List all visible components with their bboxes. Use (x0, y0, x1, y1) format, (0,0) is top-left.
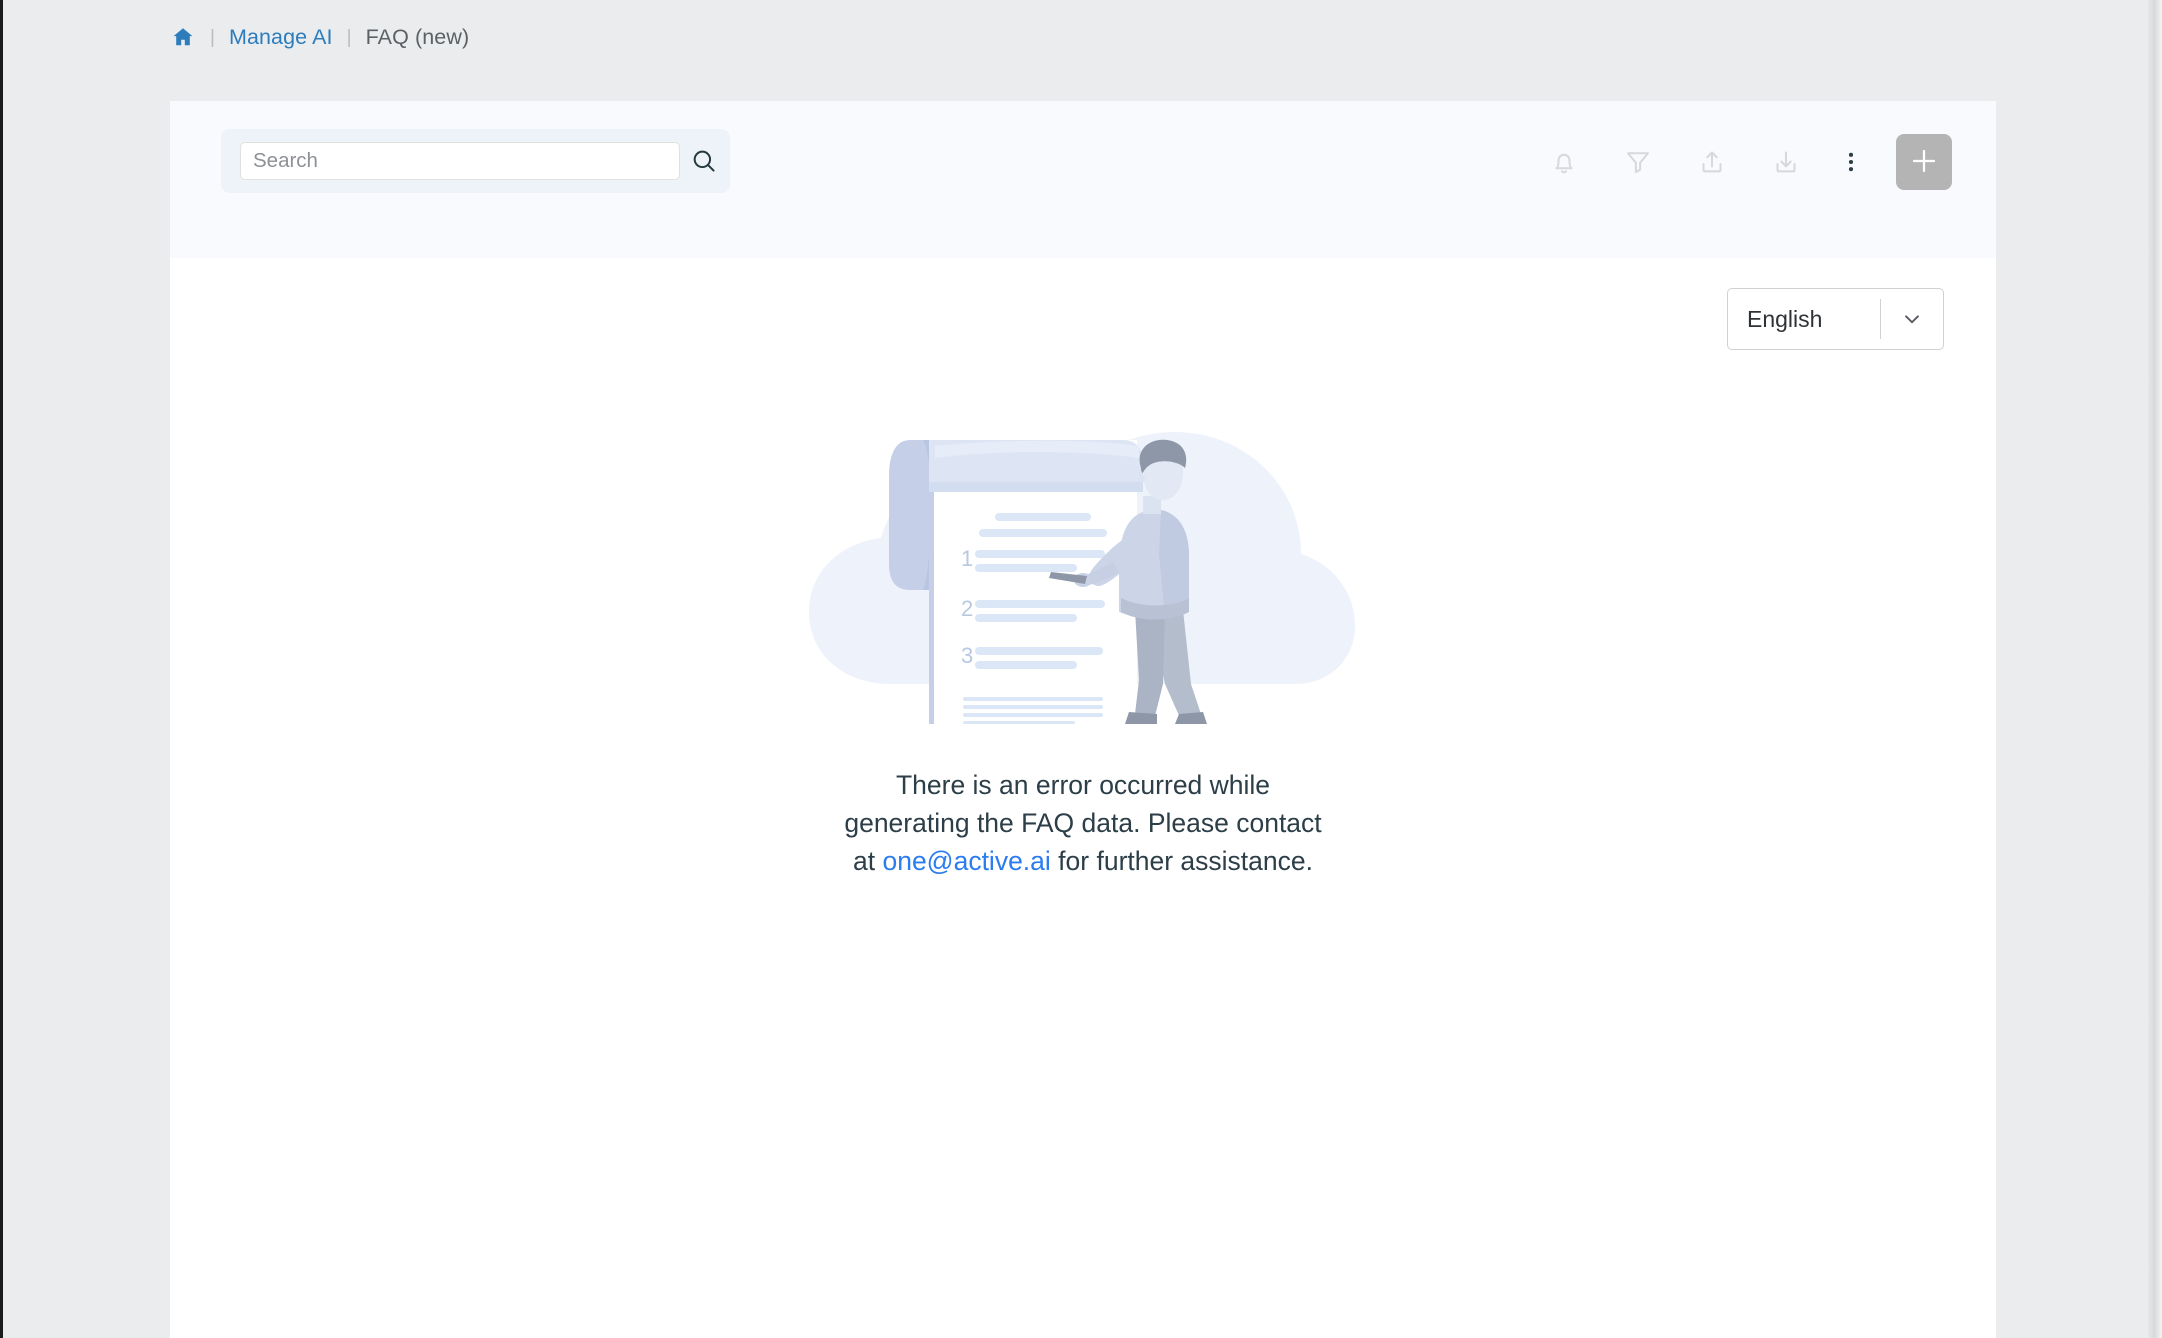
empty-state-message-part2: for further assistance. (1050, 846, 1313, 876)
illustration-number-3: 3 (961, 643, 973, 668)
empty-state-message: There is an error occurred while generat… (833, 766, 1333, 880)
illustration-number-1: 1 (961, 546, 973, 571)
viewport-left-edge (0, 0, 3, 1338)
download-icon[interactable] (1760, 136, 1812, 188)
breadcrumb-separator-2: | (346, 26, 352, 48)
card-header (170, 101, 1996, 258)
breadcrumb: | Manage AI | FAQ (new) (170, 18, 469, 56)
bell-icon[interactable] (1538, 136, 1590, 188)
home-icon[interactable] (170, 24, 196, 50)
breadcrumb-separator-1: | (210, 26, 215, 48)
search-container (221, 129, 730, 193)
three-dots-vertical-icon[interactable] (1832, 136, 1870, 188)
chevron-down-icon[interactable] (1881, 306, 1943, 332)
search-input[interactable] (240, 142, 680, 180)
card-body: English 1 2 3 There is an error occurred… (170, 258, 1996, 1338)
language-select-value: English (1747, 305, 1823, 332)
content-card: English (170, 101, 1996, 1338)
breadcrumb-link-manage-ai[interactable]: Manage AI (229, 25, 333, 50)
illustration-number-2: 2 (961, 596, 973, 621)
breadcrumb-current-faq: FAQ (new) (365, 24, 470, 49)
funnel-icon[interactable] (1612, 136, 1664, 188)
faq-document-person-illustration: 1 2 3 (809, 432, 1355, 724)
search-icon[interactable] (680, 139, 728, 183)
add-button[interactable] (1896, 134, 1952, 190)
empty-state: 1 2 3 There is an error occurred while g… (170, 384, 1996, 880)
language-select[interactable]: English (1727, 288, 1944, 350)
header-toolbar (1516, 130, 1952, 194)
upload-icon[interactable] (1686, 136, 1738, 188)
plus-icon (1908, 145, 1940, 180)
support-email-link[interactable]: one@active.ai (882, 846, 1050, 876)
viewport-right-scroll-edge[interactable] (2148, 0, 2162, 1338)
